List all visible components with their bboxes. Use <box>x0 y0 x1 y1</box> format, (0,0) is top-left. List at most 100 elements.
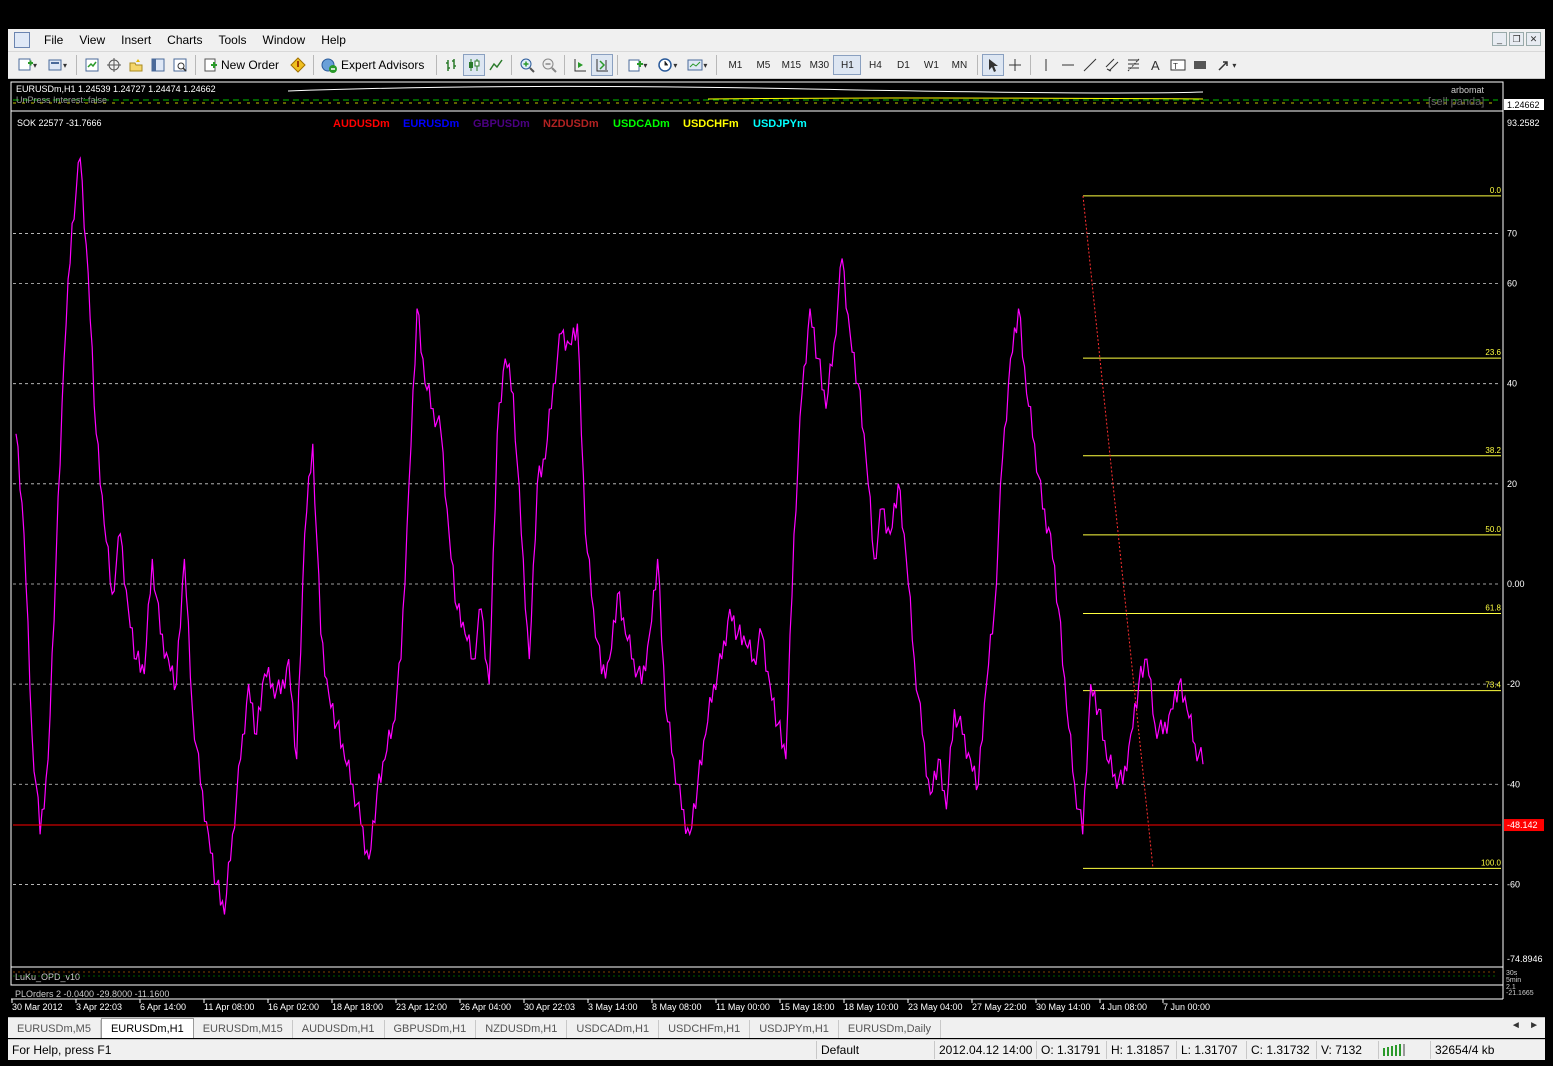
timeframe-mn[interactable]: MN <box>945 55 973 75</box>
app-icon[interactable] <box>14 32 30 48</box>
strategy-tester-icon <box>173 58 187 72</box>
x-tick-label: 8 May 08:00 <box>652 1002 702 1012</box>
minimize-icon[interactable]: _ <box>1492 32 1507 46</box>
x-tick-label: 30 Mar 2012 <box>12 1002 63 1012</box>
new-order-button[interactable]: New Order <box>200 54 287 76</box>
chart-canvas[interactable]: EURUSDm,H1 1.24539 1.24727 1.24474 1.246… <box>8 79 1545 1016</box>
fibonacci-retracement[interactable]: 0.0 23.6 38.2 50.0 61.8 73.4 100.0 <box>1082 186 1502 869</box>
chart-shift-icon <box>596 59 609 72</box>
chart-tab[interactable]: AUDUSDm,H1 <box>293 1020 385 1038</box>
line-chart-button[interactable] <box>485 54 507 76</box>
templates-button[interactable]: ▾ <box>682 54 712 76</box>
timeframe-h1[interactable]: H1 <box>833 55 862 75</box>
profiles-button[interactable]: ▾ <box>42 54 72 76</box>
clock-icon <box>658 58 673 72</box>
market-watch-button[interactable] <box>81 54 103 76</box>
rectangle-button[interactable] <box>1189 54 1211 76</box>
horizontal-line-button[interactable] <box>1057 54 1079 76</box>
y-tick-label: -60 <box>1507 879 1520 889</box>
small-right-label: 5min <box>1506 977 1521 984</box>
timeframe-m1[interactable]: M1 <box>721 55 749 75</box>
chart-header: EURUSDm,H1 1.24539 1.24727 1.24474 1.246… <box>16 84 216 94</box>
fib-level-label: 100.0 <box>1481 858 1502 867</box>
cursor-button[interactable] <box>982 54 1005 76</box>
menu-insert[interactable]: Insert <box>113 33 159 47</box>
indicators-button[interactable]: ▾ <box>622 54 652 76</box>
timeframe-h4[interactable]: H4 <box>861 55 889 75</box>
x-tick-label: 15 May 18:00 <box>780 1002 835 1012</box>
trendline-button[interactable] <box>1079 54 1101 76</box>
toolbar-separator <box>1030 55 1032 75</box>
y-tick-label: 40 <box>1507 379 1517 389</box>
strategy-tester-button[interactable] <box>169 54 191 76</box>
menu-file[interactable]: File <box>36 33 71 47</box>
navigator-button[interactable] <box>125 54 147 76</box>
menu-window[interactable]: Window <box>255 33 314 47</box>
new-chart-button[interactable]: ▾ <box>12 54 42 76</box>
restore-icon[interactable]: ❐ <box>1509 32 1524 46</box>
chart-tab-active[interactable]: EURUSDm,H1 <box>100 1018 194 1038</box>
toolbar-separator <box>313 55 315 75</box>
crosshair-move-icon <box>107 58 121 72</box>
autoscroll-button[interactable] <box>569 54 591 76</box>
timeframe-w1[interactable]: W1 <box>917 55 945 75</box>
bar-chart-icon <box>446 59 457 71</box>
timeframe-m15[interactable]: M15 <box>777 55 805 75</box>
status-traffic: 32654/4 kb <box>1430 1041 1539 1059</box>
main-price-mini-chart <box>13 85 1498 104</box>
sell-panda-label[interactable]: [sell panda] <box>1428 96 1484 108</box>
equidistant-channel-button[interactable] <box>1101 54 1123 76</box>
periods-button[interactable]: ▾ <box>652 54 682 76</box>
chart-tab[interactable]: NZDUSDm,H1 <box>476 1020 568 1038</box>
chart-tab[interactable]: GBPUSDm,H1 <box>385 1020 477 1038</box>
status-datetime: 2012.04.12 14:00 <box>934 1041 1036 1059</box>
chart-shift-button[interactable] <box>591 54 614 76</box>
zoom-in-button[interactable] <box>516 54 538 76</box>
bar-chart-button[interactable] <box>441 54 463 76</box>
chart-tab[interactable]: EURUSDm,Daily <box>839 1020 942 1038</box>
menu-help[interactable]: Help <box>313 33 354 47</box>
cursor-icon <box>989 59 999 72</box>
timeframe-m5[interactable]: M5 <box>749 55 777 75</box>
expert-advisors-button[interactable]: Expert Advisors <box>318 54 432 76</box>
line-chart-icon <box>489 59 504 71</box>
toolbar-separator <box>977 55 979 75</box>
metaeditor-button[interactable] <box>287 54 309 76</box>
close-icon[interactable]: ✕ <box>1526 32 1541 46</box>
text-icon: A <box>1151 58 1160 73</box>
templates-icon <box>687 59 703 71</box>
horizontal-line-icon <box>1062 64 1075 66</box>
timeframe-d1[interactable]: D1 <box>889 55 917 75</box>
legend-item-eurusdm: EURUSDm <box>403 118 459 130</box>
timeframe-m30[interactable]: M30 <box>805 55 833 75</box>
legend-item-usdjpym: USDJPYm <box>753 118 807 130</box>
status-close: C: 1.31732 <box>1246 1041 1316 1059</box>
text-label-button[interactable]: T <box>1167 54 1189 76</box>
menu-view[interactable]: View <box>71 33 113 47</box>
text-button[interactable]: A <box>1145 54 1167 76</box>
arrows-button[interactable]: ▾ <box>1211 54 1241 76</box>
data-window-button[interactable] <box>103 54 125 76</box>
vertical-line-button[interactable] <box>1035 54 1057 76</box>
tab-scroll-arrows[interactable]: ◄ ► <box>1511 1020 1539 1031</box>
navigator-icon <box>129 59 143 72</box>
crosshair-button[interactable] <box>1004 54 1026 76</box>
chart-tab[interactable]: USDJPYm,H1 <box>750 1020 839 1038</box>
fibonacci-button[interactable] <box>1123 54 1145 76</box>
market-watch-icon <box>85 58 99 72</box>
status-profile[interactable]: Default <box>816 1041 934 1059</box>
chart-window[interactable]: EURUSDm,H1 1.24539 1.24727 1.24474 1.246… <box>8 79 1545 1016</box>
chart-tab[interactable]: USDCHFm,H1 <box>659 1020 751 1038</box>
chart-tab[interactable]: EURUSDm,M5 <box>8 1020 101 1038</box>
candlestick-button[interactable] <box>463 54 486 76</box>
svg-text:T: T <box>1173 62 1178 71</box>
menu-tools[interactable]: Tools <box>211 33 255 47</box>
terminal-button[interactable] <box>147 54 169 76</box>
toolbar-separator <box>76 55 77 75</box>
chart-tab[interactable]: EURUSDm,M15 <box>194 1020 293 1038</box>
toolbar-separator <box>195 55 196 75</box>
chart-tab[interactable]: USDCADm,H1 <box>567 1020 660 1038</box>
menu-charts[interactable]: Charts <box>159 33 210 47</box>
zoom-out-button[interactable] <box>538 54 560 76</box>
legend-item-audusdm: AUDUSDm <box>333 118 390 130</box>
